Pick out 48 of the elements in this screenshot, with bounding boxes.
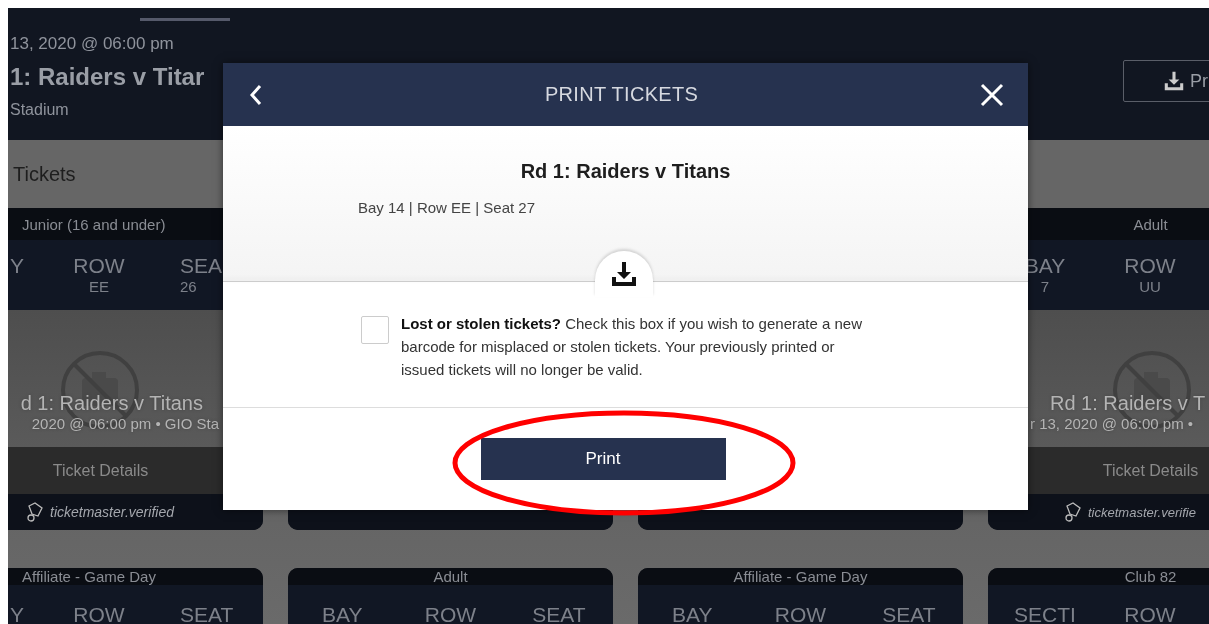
- seat-label: ROW: [773, 603, 828, 624]
- download-icon: [611, 261, 637, 287]
- ticket-type: Affiliate - Game Day: [22, 568, 156, 585]
- seat-label: ROW: [72, 603, 126, 624]
- dialog-title: PRINT TICKETS: [544, 83, 699, 106]
- event-date: 13, 2020 @ 06:00 pm: [10, 34, 175, 54]
- section-title: Tickets: [13, 162, 76, 186]
- seat-value: UU: [1138, 278, 1162, 296]
- seat-info: Bay 14 | Row EE | Seat 27: [358, 199, 537, 216]
- ticket-type: Adult: [433, 568, 468, 585]
- image-title: Rd 1: Raiders v T: [1050, 391, 1207, 415]
- ticket-type: Affiliate - Game Day: [733, 568, 868, 585]
- seat-label: Y: [9, 603, 24, 624]
- seat-label: SEAT: [531, 603, 587, 624]
- event-title: 1: Raiders v Titar: [10, 62, 205, 92]
- image-subtitle: 2020 @ 06:00 pm • GIO Sta: [30, 415, 219, 433]
- verified-label: ticketmaster.verifie: [1088, 504, 1196, 520]
- seat-label: SEAT: [180, 603, 235, 624]
- venue-name: Stadium: [10, 100, 70, 120]
- close-icon[interactable]: [980, 82, 1004, 107]
- seat-label: ROW: [423, 603, 478, 624]
- image-title: d 1: Raiders v Titans: [19, 391, 203, 415]
- seat-label: Y: [9, 254, 24, 278]
- image-subtitle: r 13, 2020 @ 06:00 pm •: [1030, 415, 1195, 433]
- print-button[interactable]: Pr: [1123, 60, 1209, 102]
- badge-icon: [26, 502, 44, 522]
- ticket-type: Club 82: [1124, 568, 1177, 585]
- seat-label: SECTI: [1013, 603, 1077, 624]
- badge-icon: [1064, 502, 1082, 522]
- seat-label: ROW: [72, 254, 126, 278]
- seat-label: ROW: [1123, 603, 1177, 624]
- seat-label: BAY: [320, 603, 364, 624]
- seat-label: ROW: [1123, 254, 1177, 278]
- lost-tickets-text: Lost or stolen tickets? Check this box if you wish to generate a new barcode for misplaced or stolen tickets. Your previously printed or issued tickets will no longer be valid.: [401, 314, 864, 380]
- ticket-type: Junior (16 and under): [22, 215, 166, 233]
- seat-label: SEA: [180, 254, 224, 278]
- ticket-type: Adult: [1133, 215, 1168, 233]
- checkbox[interactable]: [361, 316, 389, 344]
- seat-value: EE: [88, 278, 110, 296]
- print-button[interactable]: Print: [480, 438, 726, 480]
- seat-label: BAY: [670, 603, 714, 624]
- download-icon: [1164, 71, 1184, 91]
- ticket-title: Rd 1: Raiders v Titans: [519, 160, 732, 183]
- verified-label: ticketmaster.verified: [50, 504, 174, 520]
- seat-value: 7: [1039, 278, 1051, 296]
- back-icon[interactable]: [249, 83, 263, 106]
- seat-value: 26: [180, 278, 198, 296]
- seat-label: SEAT: [881, 603, 937, 624]
